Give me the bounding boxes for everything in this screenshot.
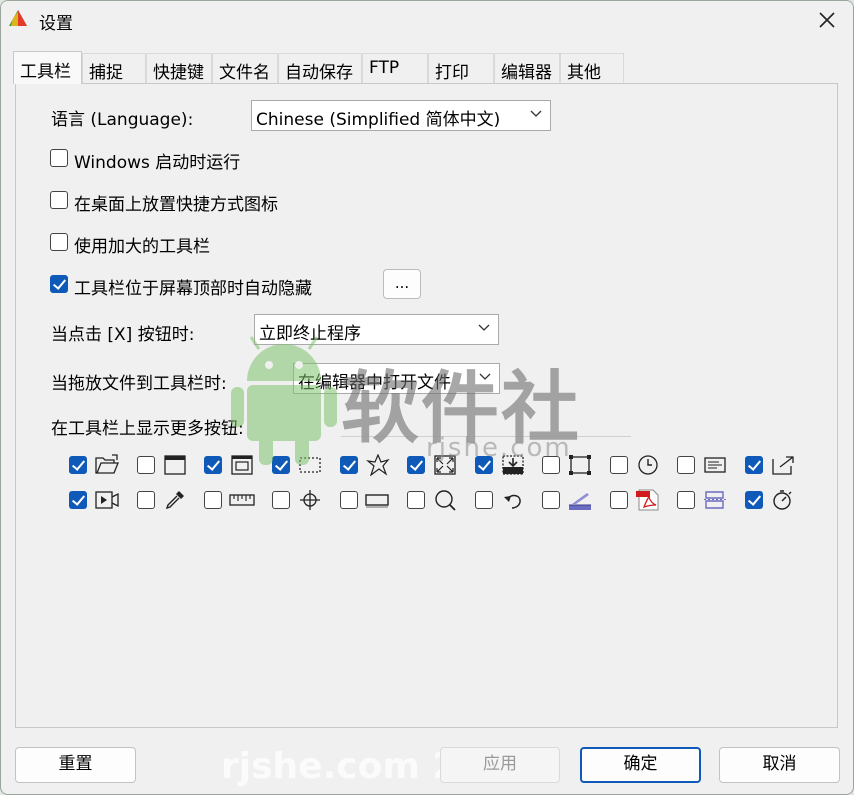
x-click-label: 当点击 [X] 按钮时: xyxy=(51,325,195,345)
auto-hide-options-button[interactable]: ... xyxy=(383,269,421,299)
toolbar-button-checkbox[interactable] xyxy=(204,491,222,509)
x-click-select-value: 立即终止程序 xyxy=(259,324,361,344)
run-on-startup-label: Windows 启动时运行 xyxy=(74,153,241,173)
chevron-down-icon xyxy=(530,110,542,117)
close-button[interactable] xyxy=(807,4,847,36)
apply-button[interactable]: 应用 xyxy=(440,747,560,783)
split-window-icon xyxy=(704,491,726,509)
ok-button[interactable]: 确定 xyxy=(580,747,701,783)
auto-hide-toolbar-checkbox[interactable] xyxy=(50,275,68,293)
toolbar-button-checkbox[interactable] xyxy=(610,491,628,509)
close-icon xyxy=(819,12,835,28)
timer-icon xyxy=(773,490,792,510)
window-frame-icon xyxy=(231,455,253,475)
magnifier-icon xyxy=(435,490,456,511)
settings-dialog: 设置 工具栏 捕捉 快捷键 文件名 自动保存 FTP 打印 编辑器 其他 语言 … xyxy=(0,0,854,795)
title-bar: 设置 xyxy=(1,1,853,39)
clock-icon xyxy=(638,455,658,475)
freehand-star-icon xyxy=(365,454,390,476)
toolbar-button-checkbox[interactable] xyxy=(745,456,763,474)
toolbar-button-checkbox[interactable] xyxy=(475,491,493,509)
language-select[interactable]: Chinese (Simplified 简体中文) xyxy=(251,100,551,131)
toolbar-button-checkbox[interactable] xyxy=(340,491,358,509)
window-icon xyxy=(164,455,186,475)
toolbar-button-checkbox[interactable] xyxy=(137,456,155,474)
tab-filename[interactable]: 文件名 xyxy=(212,53,278,83)
toolbar-button-checkbox[interactable] xyxy=(69,456,87,474)
open-folder-icon xyxy=(95,454,119,474)
toolbar-settings-panel xyxy=(15,83,838,728)
drop-file-select[interactable]: 在编辑器中打开文件 xyxy=(293,363,500,394)
app-icon xyxy=(9,10,27,26)
text-field-icon xyxy=(365,494,389,508)
crosshair-icon xyxy=(300,490,320,510)
tab-hotkeys[interactable]: 快捷键 xyxy=(146,53,212,83)
chevron-down-icon xyxy=(478,324,490,331)
toolbar-button-checkbox[interactable] xyxy=(677,491,695,509)
toolbar-button-checkbox[interactable] xyxy=(137,491,155,509)
dotted-rectangle-icon xyxy=(299,457,321,473)
fullscreen-icon xyxy=(434,455,456,475)
toolbar-button-checkbox[interactable] xyxy=(407,491,425,509)
toolbar-button-checkbox[interactable] xyxy=(340,456,358,474)
window-title: 设置 xyxy=(39,14,73,34)
toolbar-button-checkbox[interactable] xyxy=(610,456,628,474)
run-on-startup-checkbox[interactable] xyxy=(50,149,68,167)
toolbar-button-checkbox[interactable] xyxy=(272,456,290,474)
tab-strip: 工具栏 捕捉 快捷键 文件名 自动保存 FTP 打印 编辑器 其他 xyxy=(13,51,624,84)
language-label: 语言 (Language): xyxy=(51,110,194,130)
tab-ftp[interactable]: FTP xyxy=(362,53,428,83)
tab-autosave[interactable]: 自动保存 xyxy=(278,53,362,83)
toolbar-button-checkbox[interactable] xyxy=(272,491,290,509)
tab-capture[interactable]: 捕捉 xyxy=(82,53,146,83)
toolbar-button-checkbox[interactable] xyxy=(69,491,87,509)
auto-hide-toolbar-label: 工具栏位于屏幕顶部时自动隐藏 xyxy=(74,279,312,299)
undo-arrow-icon xyxy=(504,494,521,509)
language-select-value: Chinese (Simplified 简体中文) xyxy=(256,110,501,130)
tab-editor[interactable]: 编辑器 xyxy=(494,53,560,83)
more-buttons-label: 在工具栏上显示更多按钮: xyxy=(51,419,244,439)
toolbar-button-checkbox[interactable] xyxy=(407,456,425,474)
desktop-shortcut-checkbox[interactable] xyxy=(50,191,68,209)
tab-other[interactable]: 其他 xyxy=(560,53,624,83)
cancel-button[interactable]: 取消 xyxy=(719,747,840,783)
toolbar-button-checkbox[interactable] xyxy=(745,491,763,509)
reset-button[interactable]: 重置 xyxy=(15,747,136,783)
large-toolbar-label: 使用加大的工具栏 xyxy=(74,237,210,257)
large-toolbar-checkbox[interactable] xyxy=(50,233,68,251)
drop-file-label: 当拖放文件到工具栏时: xyxy=(51,374,227,394)
video-icon xyxy=(95,491,119,509)
toolbar-button-checkbox[interactable] xyxy=(677,456,695,474)
drop-file-select-value: 在编辑器中打开文件 xyxy=(298,373,451,393)
text-window-icon xyxy=(704,457,726,473)
tab-print[interactable]: 打印 xyxy=(428,53,494,83)
scanner-icon xyxy=(569,493,591,510)
x-click-select[interactable]: 立即终止程序 xyxy=(254,314,499,345)
scroll-capture-icon xyxy=(502,455,524,475)
ruler-icon xyxy=(229,494,255,506)
export-icon xyxy=(772,456,794,475)
toolbar-button-checkbox[interactable] xyxy=(475,456,493,474)
eyedropper-icon xyxy=(165,491,184,510)
watermark-footer-url: rjshe.com 2 xyxy=(221,746,458,787)
tab-toolbar[interactable]: 工具栏 xyxy=(13,51,82,84)
toolbar-button-checkbox[interactable] xyxy=(542,456,560,474)
fixed-region-icon xyxy=(569,455,591,475)
pdf-icon xyxy=(636,489,659,511)
desktop-shortcut-label: 在桌面上放置快捷方式图标 xyxy=(74,195,278,215)
toolbar-button-checkbox[interactable] xyxy=(542,491,560,509)
chevron-down-icon xyxy=(479,373,491,380)
toolbar-button-checkbox[interactable] xyxy=(204,456,222,474)
